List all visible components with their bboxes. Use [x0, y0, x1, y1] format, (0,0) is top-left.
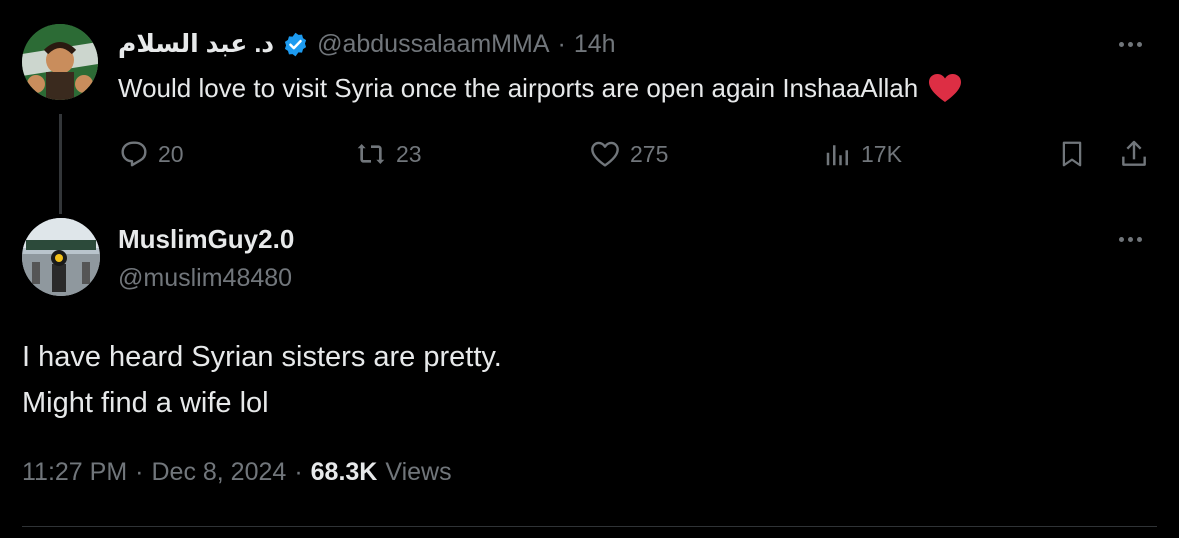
views-button[interactable]: 17K — [823, 136, 902, 172]
views-count[interactable]: 68.3K — [311, 458, 378, 487]
separator: · — [294, 458, 303, 486]
tweet-text-content: Would love to visit Syria once the airpo… — [118, 72, 919, 103]
repost-button[interactable]: 23 — [354, 136, 422, 172]
repost-count: 23 — [396, 140, 422, 167]
heart-icon — [588, 138, 622, 170]
reply-icon — [118, 138, 150, 170]
analytics-icon — [823, 138, 853, 170]
views-label: Views — [385, 458, 452, 486]
more-options-button[interactable] — [1119, 237, 1142, 242]
parent-tweet[interactable]: د. عبد السلام @abdussalaamMMA · 14h Woul… — [0, 0, 1179, 214]
more-options-button[interactable] — [1119, 42, 1142, 47]
handle[interactable]: @abdussalaamMMA — [317, 30, 549, 59]
repost-icon — [354, 138, 388, 170]
tweet-header: د. عبد السلام @abdussalaamMMA · 14h — [118, 26, 616, 62]
views-count: 17K — [861, 140, 902, 167]
divider — [22, 526, 1157, 527]
reply-count: 20 — [158, 140, 184, 167]
bookmark-button[interactable] — [1057, 137, 1087, 171]
tweet-meta: 11:27 PM · Dec 8, 2024 · 68.3K Views — [22, 458, 452, 487]
heart-emoji-icon — [928, 73, 962, 103]
tweet-text-line: Might find a wife lol — [22, 387, 269, 419]
separator: · — [557, 29, 566, 58]
post-time[interactable]: 11:27 PM — [22, 458, 127, 487]
verified-badge-icon — [282, 31, 309, 58]
share-icon — [1122, 140, 1146, 166]
bookmark-icon — [1062, 141, 1082, 167]
display-name[interactable]: MuslimGuy2.0 — [118, 224, 294, 255]
like-count: 275 — [630, 140, 669, 167]
reply-button[interactable]: 20 — [118, 136, 184, 172]
tweet-text: Would love to visit Syria once the airpo… — [118, 70, 962, 106]
avatar[interactable] — [22, 218, 100, 296]
post-date[interactable]: Dec 8, 2024 — [151, 458, 286, 487]
timestamp[interactable]: 14h — [574, 30, 616, 59]
display-name[interactable]: د. عبد السلام — [118, 29, 274, 59]
share-button[interactable] — [1118, 137, 1150, 171]
tweet-text-line: I have heard Syrian sisters are pretty. — [22, 341, 502, 373]
avatar[interactable] — [22, 24, 98, 100]
reply-tweet: MuslimGuy2.0 @muslim48480 I have heard S… — [0, 210, 1179, 538]
thread-line — [59, 114, 62, 214]
separator: · — [135, 458, 144, 486]
tweet-text: I have heard Syrian sisters are pretty. … — [22, 334, 502, 426]
like-button[interactable]: 275 — [588, 136, 668, 172]
handle[interactable]: @muslim48480 — [118, 264, 292, 293]
